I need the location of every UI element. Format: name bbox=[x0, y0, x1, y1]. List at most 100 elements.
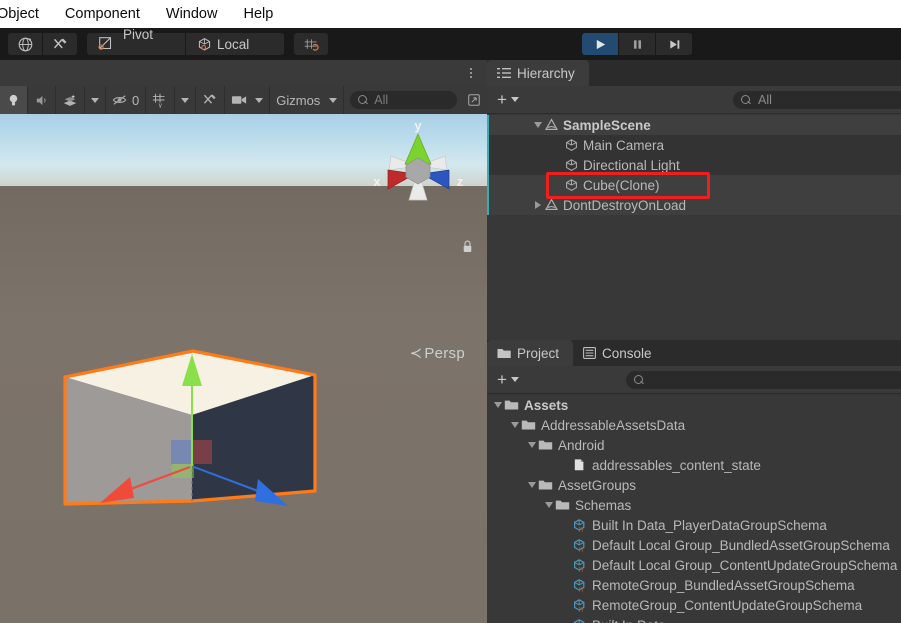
hierarchy-tree-row[interactable]: Cube(Clone) bbox=[487, 175, 901, 195]
twisty-expanded-icon[interactable] bbox=[542, 502, 555, 508]
scene-menu-kebab-icon[interactable] bbox=[463, 68, 479, 78]
folder-icon bbox=[504, 400, 519, 410]
twisty-expanded-icon[interactable] bbox=[531, 122, 544, 128]
folder-icon bbox=[555, 500, 570, 510]
svg-text:y: y bbox=[414, 118, 422, 133]
script-icon: {} bbox=[574, 559, 585, 572]
tree-row-label: AssetGroups bbox=[558, 477, 637, 493]
menu-item-object[interactable]: Object bbox=[0, 0, 52, 28]
plus-icon: + bbox=[497, 89, 507, 109]
effects-icon[interactable] bbox=[56, 86, 85, 114]
tab-hierarchy-label: Hierarchy bbox=[517, 65, 575, 81]
svg-text:z: z bbox=[457, 174, 464, 189]
svg-text:y: y bbox=[159, 102, 163, 108]
twisty-expanded-icon[interactable] bbox=[491, 402, 504, 408]
tree-row-label: Android bbox=[558, 437, 605, 453]
tab-hierarchy[interactable]: Hierarchy bbox=[487, 60, 589, 86]
hierarchy-search-input[interactable]: All bbox=[733, 91, 901, 109]
project-tree-row[interactable]: {} Built In Data bbox=[487, 615, 901, 623]
project-tree-row[interactable]: AddressableAssetsData bbox=[487, 415, 901, 435]
menu-item-help[interactable]: Help bbox=[230, 0, 286, 28]
project-tree-row[interactable]: AssetGroups bbox=[487, 475, 901, 495]
tree-row-label: Cube(Clone) bbox=[583, 177, 660, 193]
play-controls bbox=[582, 33, 692, 55]
unity-editor-window: Object Component Window Help Pivot Local… bbox=[0, 0, 901, 623]
tab-console[interactable]: Console bbox=[573, 340, 666, 366]
project-tree-row[interactable]: Android bbox=[487, 435, 901, 455]
folder-icon bbox=[538, 440, 553, 450]
twisty-expanded-icon[interactable] bbox=[508, 422, 521, 428]
cloud-account-icon[interactable] bbox=[8, 33, 42, 55]
grid-y-icon[interactable]: y bbox=[146, 86, 176, 114]
pivot-button[interactable]: Pivot bbox=[87, 27, 185, 55]
lock-icon[interactable] bbox=[462, 240, 473, 253]
project-tree-row[interactable]: {} Built In Data_PlayerDataGroupSchema bbox=[487, 515, 901, 535]
grid-snap-icon[interactable] bbox=[294, 33, 328, 55]
scene-tab-row bbox=[0, 60, 487, 86]
project-tab-row: Project Console bbox=[487, 340, 901, 366]
menu-item-component[interactable]: Component bbox=[52, 0, 153, 28]
hierarchy-tree-row[interactable]: Directional Light bbox=[487, 155, 901, 175]
hierarchy-add-button[interactable]: + bbox=[487, 90, 527, 110]
project-tree-row[interactable]: {} RemoteGroup_ContentUpdateGroupSchema bbox=[487, 595, 901, 615]
twisty-expanded-icon[interactable] bbox=[525, 442, 538, 448]
play-button[interactable] bbox=[582, 33, 618, 55]
hierarchy-panel: Hierarchy + All SampleScene Main Camera Di… bbox=[487, 60, 901, 340]
eye-off-icon[interactable]: 0 bbox=[106, 86, 147, 114]
hierarchy-tree[interactable]: SampleScene Main Camera Directional Light C… bbox=[487, 115, 901, 340]
scene-orientation-gizmo[interactable]: y x z bbox=[363, 114, 473, 224]
tree-row-label: Built In Data_PlayerDataGroupSchema bbox=[592, 517, 827, 533]
tree-row-label: DontDestroyOnLoad bbox=[563, 197, 687, 213]
script-icon: {} bbox=[574, 539, 585, 552]
hierarchy-tree-row[interactable]: DontDestroyOnLoad bbox=[487, 195, 901, 215]
tools-wrench-icon[interactable] bbox=[43, 33, 77, 55]
twisty-collapsed-icon[interactable] bbox=[531, 201, 544, 209]
project-tree-row[interactable]: Schemas bbox=[487, 495, 901, 515]
tree-row-label: Assets bbox=[524, 397, 569, 413]
menu-item-window[interactable]: Window bbox=[153, 0, 231, 28]
project-add-button[interactable]: + bbox=[487, 370, 527, 390]
scene-viewport[interactable]: y x z ≺ Persp bbox=[0, 114, 487, 623]
pause-button[interactable] bbox=[619, 33, 655, 55]
project-tree-row[interactable]: Assets bbox=[487, 395, 901, 415]
projection-label-text: Persp bbox=[424, 345, 465, 362]
hierarchy-tree-row[interactable]: SampleScene bbox=[487, 115, 901, 135]
script-icon: {} bbox=[574, 579, 585, 592]
tool-group-pivot: Pivot Local bbox=[87, 27, 284, 55]
tree-row-label: Directional Light bbox=[583, 157, 680, 173]
hierarchy-tree-row[interactable]: Main Camera bbox=[487, 135, 901, 155]
expand-icon[interactable] bbox=[461, 86, 487, 114]
main-toolbar: Pivot Local bbox=[0, 27, 901, 60]
tab-project[interactable]: Project bbox=[487, 340, 574, 366]
gizmos-label: Gizmos bbox=[276, 92, 321, 108]
project-tree-row[interactable]: {} Default Local Group_BundledAssetGroupS… bbox=[487, 535, 901, 555]
handle-rotation-button[interactable]: Local bbox=[186, 33, 284, 55]
script-icon: {} bbox=[574, 619, 585, 623]
svg-text:x: x bbox=[373, 174, 381, 189]
camera-icon[interactable] bbox=[225, 86, 271, 114]
project-tree-row[interactable]: addressables_content_state bbox=[487, 455, 901, 475]
hierarchy-search-placeholder: All bbox=[758, 93, 772, 107]
lightbulb-icon[interactable] bbox=[0, 86, 28, 114]
step-button[interactable] bbox=[656, 33, 692, 55]
project-tree[interactable]: Assets AddressableAssetsData Android addres… bbox=[487, 395, 901, 623]
twisty-expanded-icon[interactable] bbox=[525, 482, 538, 488]
project-tree-row[interactable]: {} Default Local Group_ContentUpdateGroup… bbox=[487, 555, 901, 575]
project-tree-row[interactable]: {} RemoteGroup_BundledAssetGroupSchema bbox=[487, 575, 901, 595]
tree-row-label: SampleScene bbox=[563, 117, 651, 133]
chevron-down-icon bbox=[510, 97, 519, 102]
scene-search-input[interactable]: All bbox=[350, 91, 457, 109]
projection-mode-label[interactable]: ≺ Persp bbox=[409, 344, 465, 362]
chevron-down-icon bbox=[510, 377, 519, 382]
pivot-label: Pivot bbox=[123, 27, 154, 42]
project-search-input[interactable] bbox=[626, 371, 901, 389]
gizmos-button[interactable]: Gizmos bbox=[270, 86, 345, 114]
search-icon bbox=[634, 374, 645, 386]
tree-row-label: Schemas bbox=[575, 497, 632, 513]
speaker-icon[interactable] bbox=[28, 86, 56, 114]
folder-icon bbox=[538, 480, 553, 490]
effects-dropdown[interactable] bbox=[85, 86, 106, 114]
tree-row-label: Default Local Group_ContentUpdateGroupSc… bbox=[592, 557, 898, 573]
component-tools-icon[interactable] bbox=[196, 86, 226, 114]
grid-dropdown[interactable] bbox=[175, 86, 197, 114]
